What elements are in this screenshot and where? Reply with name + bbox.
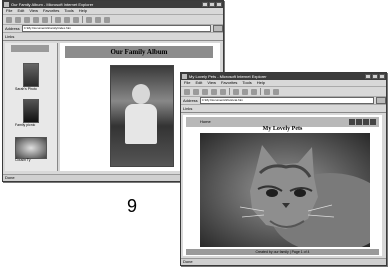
menu-edit[interactable]: Edit (17, 8, 24, 14)
home-icon[interactable] (42, 16, 48, 23)
edit-icon[interactable] (104, 16, 110, 23)
address-bar: Address C:\My Documents\Family\index.htm (3, 25, 223, 33)
front-browser-window: My Lovely Pets - Microsoft Internet Expl… (180, 72, 387, 266)
thumbnail-caption[interactable]: Sarah's Photo (15, 87, 37, 91)
window-title: My Lovely Pets - Microsoft Internet Expl… (189, 74, 267, 79)
minimize-button[interactable] (365, 74, 371, 79)
title-bar: Our Family Album - Microsoft Internet Ex… (3, 1, 223, 8)
favorites-icon[interactable] (242, 88, 248, 95)
thumbnail-caption[interactable]: Family picnic (15, 123, 35, 127)
status-bar: Done (181, 258, 386, 265)
links-bar: Links (181, 105, 386, 113)
maximize-button[interactable] (372, 74, 378, 79)
frame-logo (11, 45, 49, 52)
menu-file[interactable]: File (6, 8, 12, 14)
toolbar-divider (260, 88, 261, 95)
search-icon[interactable] (233, 88, 239, 95)
refresh-icon[interactable] (33, 16, 39, 23)
nav-buttons (349, 119, 376, 125)
stop-icon[interactable] (202, 88, 208, 95)
main-frame: Home My Lovely Pets Created by our famil… (183, 115, 382, 256)
page-title: My Lovely Pets (262, 126, 303, 132)
mail-icon[interactable] (86, 16, 92, 23)
go-button[interactable] (213, 25, 223, 32)
browser-icon (4, 2, 9, 7)
forward-icon[interactable] (193, 88, 199, 95)
print-icon[interactable] (95, 16, 101, 23)
first-icon[interactable] (363, 119, 369, 125)
menu-favorites[interactable]: Favorites (43, 8, 59, 14)
portrait-body (125, 104, 157, 144)
page-title: Our Family Album (65, 46, 213, 58)
close-button[interactable] (379, 74, 385, 79)
address-field[interactable]: C:\My Documents\Pets\cat.htm (199, 97, 374, 104)
thumbnail-image[interactable] (23, 63, 39, 87)
toolbar (181, 87, 386, 97)
history-icon[interactable] (73, 16, 79, 23)
thumbnail-frame: Sarah's Photo Family picnic Cousin Ty (5, 43, 58, 171)
menu-help[interactable]: Help (79, 8, 87, 14)
thumbnail-image[interactable] (15, 137, 47, 159)
last-icon[interactable] (370, 119, 376, 125)
menu-bar: File Edit View Favorites Tools Help (3, 8, 223, 15)
menu-tools[interactable]: Tools (242, 80, 251, 86)
links-label[interactable]: Links (183, 106, 192, 111)
menu-favorites[interactable]: Favorites (221, 80, 237, 86)
refresh-icon[interactable] (211, 88, 217, 95)
go-button[interactable] (376, 97, 386, 104)
cat-photo (200, 133, 370, 247)
mail-icon[interactable] (264, 88, 270, 95)
print-icon[interactable] (273, 88, 279, 95)
menu-bar: File Edit View Favorites Tools Help (181, 80, 386, 87)
forward-icon[interactable] (15, 16, 21, 23)
prev-icon[interactable] (349, 119, 355, 125)
menu-file[interactable]: File (184, 80, 190, 86)
next-icon[interactable] (356, 119, 362, 125)
toolbar-divider (82, 16, 83, 23)
thumbnail-caption[interactable]: Cousin Ty (15, 158, 31, 162)
home-link[interactable]: Home (200, 117, 211, 127)
address-label: Address (183, 98, 198, 103)
menu-view[interactable]: View (29, 8, 38, 14)
window-title: Our Family Album - Microsoft Internet Ex… (11, 2, 94, 7)
menu-help[interactable]: Help (257, 80, 265, 86)
menu-view[interactable]: View (207, 80, 216, 86)
thumbnail-image[interactable] (23, 99, 39, 123)
close-button[interactable] (216, 2, 222, 7)
links-label[interactable]: Links (5, 34, 14, 39)
toolbar-divider (229, 88, 230, 95)
back-icon[interactable] (184, 88, 190, 95)
home-icon[interactable] (220, 88, 226, 95)
page-footer: Created by our family | Page 1 of 4 (186, 249, 379, 255)
favorites-icon[interactable] (64, 16, 70, 23)
stop-icon[interactable] (24, 16, 30, 23)
back-icon[interactable] (6, 16, 12, 23)
page-title-banner: Home My Lovely Pets (186, 117, 379, 132)
address-field[interactable]: C:\My Documents\Family\index.htm (21, 25, 211, 32)
search-icon[interactable] (55, 16, 61, 23)
links-bar: Links (3, 33, 223, 41)
title-bar: My Lovely Pets - Microsoft Internet Expl… (181, 73, 386, 80)
toolbar (3, 15, 223, 25)
address-label: Address (5, 26, 20, 31)
menu-edit[interactable]: Edit (195, 80, 202, 86)
window-controls (202, 2, 222, 7)
toolbar-divider (51, 16, 52, 23)
maximize-button[interactable] (209, 2, 215, 7)
menu-tools[interactable]: Tools (64, 8, 73, 14)
history-icon[interactable] (251, 88, 257, 95)
family-photo (110, 65, 174, 167)
minimize-button[interactable] (202, 2, 208, 7)
window-controls (365, 74, 385, 79)
portrait-figure (132, 84, 150, 104)
browser-icon (182, 74, 187, 79)
address-bar: Address C:\My Documents\Pets\cat.htm (181, 97, 386, 105)
page-number: 9 (127, 196, 138, 216)
